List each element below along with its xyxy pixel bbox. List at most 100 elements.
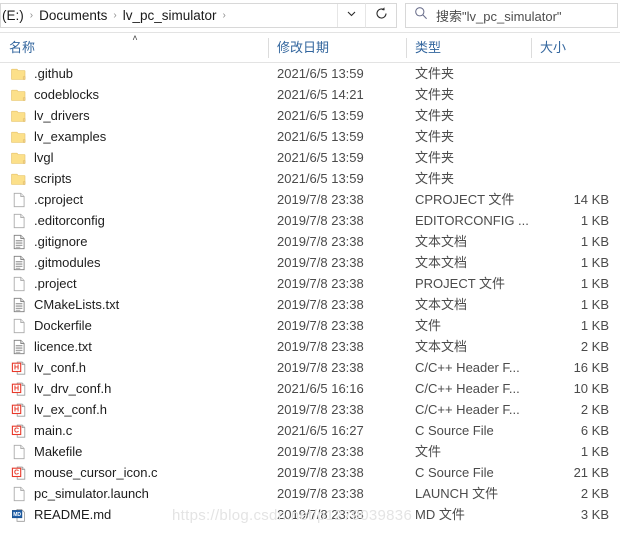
- file-row[interactable]: mouse_cursor_icon.c 2019/7/8 23:38 C Sourc…: [0, 462, 620, 483]
- file-name-label: lv_drivers: [34, 108, 90, 123]
- breadcrumb-item-documents[interactable]: Documents: [34, 6, 112, 26]
- column-header-size[interactable]: 大小: [531, 33, 620, 63]
- breadcrumb-item-drive[interactable]: (E:): [1, 6, 29, 26]
- file-type-cell: 文本文档: [415, 339, 468, 354]
- file-name-cell[interactable]: lv_examples: [0, 126, 268, 147]
- file-row[interactable]: CMakeLists.txt 2019/7/8 23:38 文本文档 1 KB: [0, 294, 620, 315]
- text-file-icon: [11, 297, 27, 313]
- file-size-cell: [531, 168, 620, 189]
- file-row[interactable]: README.md 2019/7/8 23:38 MD 文件 3 KB: [0, 504, 620, 525]
- sort-ascending-indicator: ˄: [132, 33, 138, 43]
- file-name-label: .github: [34, 66, 74, 81]
- file-name-cell[interactable]: .gitignore: [0, 231, 268, 252]
- file-row[interactable]: codeblocks 2021/6/5 14:21 文件夹: [0, 84, 620, 105]
- file-name-cell[interactable]: mouse_cursor_icon.c: [0, 462, 268, 483]
- file-row[interactable]: lv_drivers 2021/6/5 13:59 文件夹: [0, 105, 620, 126]
- file-name-cell[interactable]: licence.txt: [0, 336, 268, 357]
- column-header-row: 名称 修改日期 类型 大小 ˄: [0, 33, 620, 63]
- file-row[interactable]: lvgl 2021/6/5 13:59 文件夹: [0, 147, 620, 168]
- file-name-cell[interactable]: README.md: [0, 504, 268, 525]
- search-box[interactable]: 搜索"lv_pc_simulator": [405, 3, 618, 28]
- file-name-label: pc_simulator.launch: [34, 486, 149, 501]
- file-type-cell: 文本文档: [415, 234, 468, 249]
- file-name-label: lvgl: [34, 150, 54, 165]
- file-name-cell[interactable]: .github: [0, 63, 268, 84]
- file-row[interactable]: .github 2021/6/5 13:59 文件夹: [0, 63, 620, 84]
- file-row[interactable]: lv_drv_conf.h 2021/6/5 16:16 C/C++ Header …: [0, 378, 620, 399]
- file-date-cell: 2019/7/8 23:38: [277, 192, 364, 207]
- file-size-cell: [531, 126, 620, 147]
- column-header-type[interactable]: 类型: [406, 33, 531, 63]
- file-row[interactable]: .project 2019/7/8 23:38 PROJECT 文件 1 KB: [0, 273, 620, 294]
- folder-icon: [11, 66, 27, 82]
- file-row[interactable]: lv_examples 2021/6/5 13:59 文件夹: [0, 126, 620, 147]
- file-row[interactable]: .gitignore 2019/7/8 23:38 文本文档 1 KB: [0, 231, 620, 252]
- file-row[interactable]: Makefile 2019/7/8 23:38 文件 1 KB: [0, 441, 620, 462]
- file-name-cell[interactable]: scripts: [0, 168, 268, 189]
- file-name-cell[interactable]: Makefile: [0, 441, 268, 462]
- file-size-cell: 1 KB: [580, 318, 609, 333]
- file-date-cell: 2019/7/8 23:38: [277, 213, 364, 228]
- file-name-cell[interactable]: main.c: [0, 420, 268, 441]
- file-name-cell[interactable]: lv_drivers: [0, 105, 268, 126]
- file-name-cell[interactable]: .gitmodules: [0, 252, 268, 273]
- breadcrumb-bar[interactable]: (E:) › Documents › lv_pc_simulator ›: [0, 3, 365, 28]
- folder-icon: [11, 150, 27, 166]
- file-list[interactable]: .github 2021/6/5 13:59 文件夹 codeblocks 2021/6…: [0, 63, 620, 525]
- file-type-cell: LAUNCH 文件: [415, 486, 499, 501]
- file-date-cell: 2019/7/8 23:38: [277, 486, 364, 501]
- file-name-cell[interactable]: Dockerfile: [0, 315, 268, 336]
- file-name-cell[interactable]: lv_conf.h: [0, 357, 268, 378]
- file-size-cell: [531, 63, 620, 84]
- file-type-cell: 文本文档: [415, 255, 468, 270]
- chevron-down-icon: [345, 7, 358, 25]
- file-row[interactable]: main.c 2021/6/5 16:27 C Source File 6 KB: [0, 420, 620, 441]
- file-row[interactable]: lv_ex_conf.h 2019/7/8 23:38 C/C++ Header F…: [0, 399, 620, 420]
- file-name-label: mouse_cursor_icon.c: [34, 465, 158, 480]
- file-size-cell: 1 KB: [580, 276, 609, 291]
- blank-file-icon: [11, 192, 27, 208]
- file-type-cell: C Source File: [415, 465, 494, 480]
- file-date-cell: 2021/6/5 13:59: [277, 150, 364, 165]
- file-size-cell: 3 KB: [580, 507, 609, 522]
- file-row[interactable]: scripts 2021/6/5 13:59 文件夹: [0, 168, 620, 189]
- address-history-dropdown-button[interactable]: [337, 4, 365, 27]
- file-name-cell[interactable]: .project: [0, 273, 268, 294]
- file-name-label: codeblocks: [34, 87, 100, 102]
- file-type-cell: 文件: [415, 444, 442, 459]
- file-type-cell: CPROJECT 文件: [415, 192, 515, 207]
- file-row[interactable]: licence.txt 2019/7/8 23:38 文本文档 2 KB: [0, 336, 620, 357]
- breadcrumb[interactable]: (E:) › Documents › lv_pc_simulator ›: [1, 6, 337, 26]
- file-name-cell[interactable]: codeblocks: [0, 84, 268, 105]
- file-type-cell: EDITORCONFIG ...: [415, 213, 529, 228]
- column-header-date-modified[interactable]: 修改日期: [268, 33, 406, 63]
- file-date-cell: 2021/6/5 16:27: [277, 423, 364, 438]
- file-size-cell: 1 KB: [580, 234, 609, 249]
- file-row[interactable]: pc_simulator.launch 2019/7/8 23:38 LAUNCH …: [0, 483, 620, 504]
- file-size-cell: 1 KB: [580, 213, 609, 228]
- file-name-cell[interactable]: lvgl: [0, 147, 268, 168]
- file-row[interactable]: .cproject 2019/7/8 23:38 CPROJECT 文件 14 KB: [0, 189, 620, 210]
- file-row[interactable]: .gitmodules 2019/7/8 23:38 文本文档 1 KB: [0, 252, 620, 273]
- file-date-cell: 2021/6/5 13:59: [277, 171, 364, 186]
- folder-icon: [11, 87, 27, 103]
- file-row[interactable]: lv_conf.h 2019/7/8 23:38 C/C++ Header F...…: [0, 357, 620, 378]
- file-name-label: lv_examples: [34, 129, 107, 144]
- file-name-cell[interactable]: lv_drv_conf.h: [0, 378, 268, 399]
- file-name-label: README.md: [34, 507, 112, 522]
- file-name-label: lv_ex_conf.h: [34, 402, 107, 417]
- file-row[interactable]: .editorconfig 2019/7/8 23:38 EDITORCONFIG …: [0, 210, 620, 231]
- breadcrumb-item-lv-pc-simulator[interactable]: lv_pc_simulator: [118, 6, 222, 26]
- file-row[interactable]: Dockerfile 2019/7/8 23:38 文件 1 KB: [0, 315, 620, 336]
- file-type-cell: C/C++ Header F...: [415, 360, 520, 375]
- file-name-cell[interactable]: .editorconfig: [0, 210, 268, 231]
- refresh-button[interactable]: [365, 3, 397, 28]
- file-name-cell[interactable]: .cproject: [0, 189, 268, 210]
- file-size-cell: 2 KB: [580, 402, 609, 417]
- file-size-cell: 21 KB: [573, 465, 609, 480]
- file-name-cell[interactable]: CMakeLists.txt: [0, 294, 268, 315]
- file-name-label: scripts: [34, 171, 72, 186]
- file-name-cell[interactable]: pc_simulator.launch: [0, 483, 268, 504]
- search-input[interactable]: 搜索"lv_pc_simulator": [436, 6, 562, 25]
- file-name-cell[interactable]: lv_ex_conf.h: [0, 399, 268, 420]
